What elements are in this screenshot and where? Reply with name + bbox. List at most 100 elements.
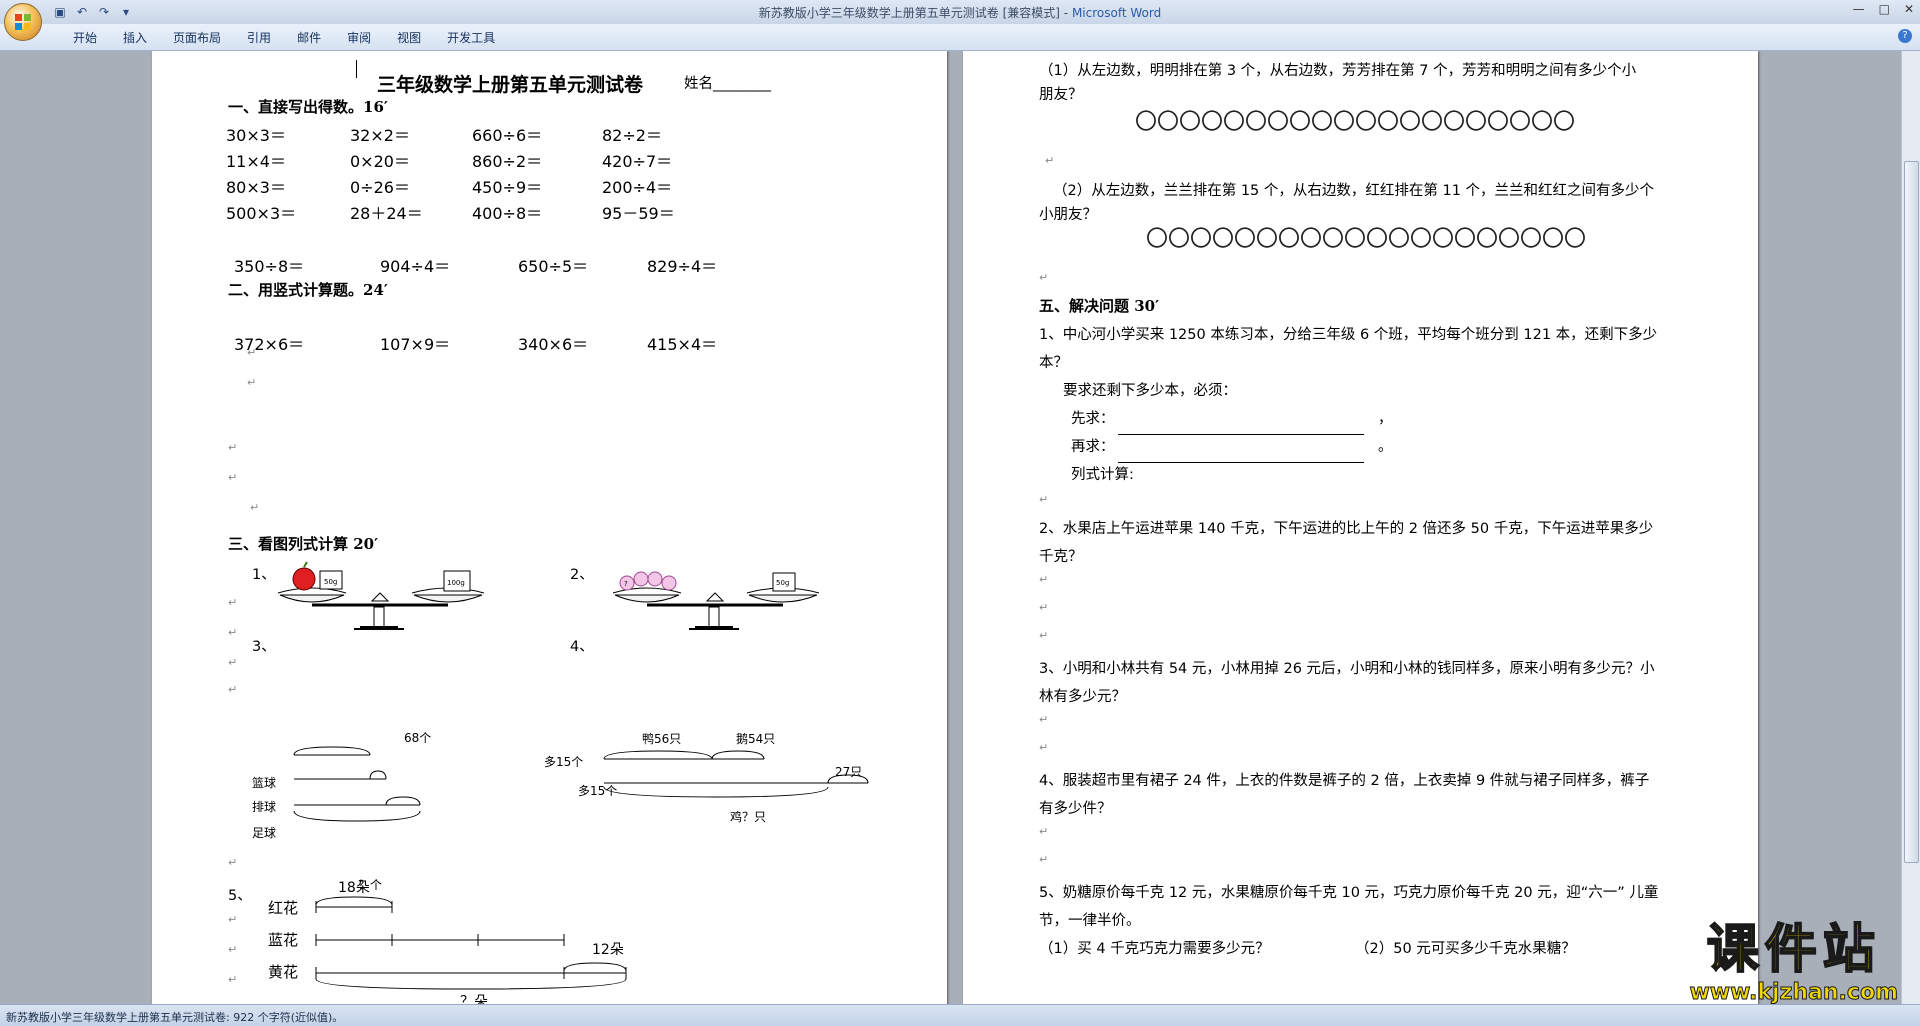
ribbon-tab[interactable]: 开始 xyxy=(60,29,110,46)
maximize-icon[interactable]: □ xyxy=(1879,2,1890,16)
fig4-bar-diagram xyxy=(603,750,869,798)
paragraph-mark: ↵ xyxy=(1039,601,1049,614)
sec2-problem: 829÷4＝ xyxy=(647,257,718,276)
fig3-row-1: 篮球 xyxy=(252,776,277,790)
sec1-problem: 860÷2＝ xyxy=(472,152,543,171)
sec1-problem: 80×3＝ xyxy=(226,178,286,197)
ribbon-tabs: 开始 插入 页面布局 引用 邮件 审阅 视图 开发工具 ? xyxy=(0,24,1920,51)
problem-1-first-blank[interactable] xyxy=(1118,423,1364,439)
sec1-problem: 200÷4＝ xyxy=(602,178,673,197)
fig5-row-1: 红花 xyxy=(268,899,299,917)
sec1-problem: 95－59＝ xyxy=(602,204,675,223)
problem-1-first-label: 先求： xyxy=(1071,411,1115,427)
problem-1-then-blank[interactable] xyxy=(1118,451,1364,467)
problem-4-line2: 有多少件？ xyxy=(1039,801,1112,817)
paragraph-mark: ↵ xyxy=(228,943,238,956)
weight-50g-label: 50g xyxy=(324,578,337,586)
section-5-heading: 五、解决问题 30′ xyxy=(1039,297,1160,315)
paragraph-mark: ↵ xyxy=(1039,493,1049,506)
status-bar: 新苏教版小学三年级数学上册第五单元测试卷: 922 个字符(近似值)。 xyxy=(0,1004,1920,1026)
paragraph-mark: ↵ xyxy=(250,501,260,514)
problem-2-line1: 2、水果店上午运进苹果 140 千克，下午运进的比上午的 2 倍还多 50 千克… xyxy=(1039,521,1654,537)
paragraph-mark: ↵ xyxy=(228,683,238,696)
problem-1-line1: 1、中心河小学买来 1250 本练习本，分给三年级 6 个班，平均每个班分到 1… xyxy=(1039,327,1658,343)
paragraph-mark: ↵ xyxy=(228,471,238,484)
paragraph-mark: ↵ xyxy=(1039,573,1049,586)
sec2-problem: 904÷4＝ xyxy=(380,257,451,276)
name-field: 姓名________ xyxy=(684,76,771,92)
problem-5-line1: 5、奶糖原价每千克 12 元，水果糖原价每千克 10 元，巧克力原价每千克 20… xyxy=(1039,885,1659,901)
ribbon-tab-list: 开始 插入 页面布局 引用 邮件 审阅 视图 开发工具 xyxy=(60,29,508,46)
sec1-problem: 82÷2＝ xyxy=(602,126,662,145)
q1-line1: （1）从左边数，明明排在第 3 个，从右边数，芳芳排在第 7 个，芳芳和明明之间… xyxy=(1039,63,1637,79)
balance-scale-1: 50g 100g xyxy=(277,561,485,630)
sec1-problem: 0÷26＝ xyxy=(350,178,410,197)
paragraph-mark: ↵ xyxy=(1039,713,1049,726)
ribbon-tab[interactable]: 插入 xyxy=(110,29,160,46)
sec2-problem: 340×6＝ xyxy=(518,335,589,354)
q1-line2: 朋友？ xyxy=(1039,87,1083,103)
title-bar: ▣ ↶ ↷ ▾ 新苏教版小学三年级数学上册第五单元测试卷 [兼容模式] - Mi… xyxy=(0,0,1920,41)
circles-row-2: 〇〇〇〇〇〇〇〇〇〇〇〇〇〇〇〇〇〇〇〇 xyxy=(1146,227,1587,252)
period-mark: 。 xyxy=(1378,439,1393,455)
problem-1-then-label: 再求： xyxy=(1071,439,1115,455)
page-right[interactable]: （1）从左边数，明明排在第 3 个，从右边数，芳芳排在第 7 个，芳芳和明明之间… xyxy=(963,51,1758,1004)
sec2-problem: 650÷5＝ xyxy=(518,257,589,276)
paragraph-mark: ↵ xyxy=(228,656,238,669)
text-cursor xyxy=(356,60,357,78)
page-left[interactable]: 三年级数学上册第五单元测试卷 姓名________ 一、直接写出得数。16′ 3… xyxy=(152,51,947,1004)
page-title: 三年级数学上册第五单元测试卷 xyxy=(377,74,644,96)
close-icon[interactable]: ✕ xyxy=(1904,2,1914,16)
paragraph-mark: ↵ xyxy=(247,346,257,359)
minimize-icon[interactable]: — xyxy=(1853,2,1865,16)
balance-scale-2: ? 50g xyxy=(612,571,820,630)
sec1-problem: 32×2＝ xyxy=(350,126,410,145)
window-controls: — □ ✕ xyxy=(1853,2,1914,16)
paragraph-mark: ↵ xyxy=(228,973,238,986)
scrollbar-thumb[interactable] xyxy=(1904,161,1919,863)
paragraph-mark: ↵ xyxy=(228,913,238,926)
office-button[interactable] xyxy=(4,3,42,41)
document-area[interactable]: 三年级数学上册第五单元测试卷 姓名________ 一、直接写出得数。16′ 3… xyxy=(0,51,1902,1004)
paragraph-mark: ↵ xyxy=(1039,629,1049,642)
fig5-row-2: 蓝花 xyxy=(268,931,299,949)
paragraph-mark: ↵ xyxy=(228,441,238,454)
app-name: Microsoft Word xyxy=(1071,6,1162,20)
watermark: 课件站 www.kjzhan.com xyxy=(1689,919,1899,1006)
ribbon-tab[interactable]: 视图 xyxy=(384,29,434,46)
comma-mark: ， xyxy=(1378,411,1393,427)
watermark-url: www.kjzhan.com xyxy=(1689,980,1899,1006)
problem-5-b: （2）50 元可买多少千克水果糖？ xyxy=(1355,941,1576,957)
ribbon-tab[interactable]: 审阅 xyxy=(334,29,384,46)
sec2-problem: 107×9＝ xyxy=(380,335,451,354)
ribbon-tab[interactable]: 开发工具 xyxy=(434,29,508,46)
sec1-problem: 660÷6＝ xyxy=(472,126,543,145)
paragraph-mark: ↵ xyxy=(228,596,238,609)
fig3-number: 3、 xyxy=(252,639,276,655)
fig5-question-label: ？朵 xyxy=(460,994,488,1004)
paragraph-mark: ↵ xyxy=(1039,825,1049,838)
ribbon-tab[interactable]: 页面布局 xyxy=(160,29,234,46)
help-icon[interactable]: ? xyxy=(1898,29,1912,43)
sec2-problem: 415×4＝ xyxy=(647,335,718,354)
section-2-heading: 二、用竖式计算题。24′ xyxy=(228,281,388,299)
section-3-heading: 三、看图列式计算 20′ xyxy=(228,535,379,553)
vertical-scrollbar[interactable] xyxy=(1901,51,1920,1004)
problem-1-calc-label: 列式计算: xyxy=(1071,467,1134,483)
fig2-number: 2、 xyxy=(570,567,594,583)
title-separator: - xyxy=(1063,6,1069,20)
problem-3-line2: 林有多少元？ xyxy=(1039,689,1126,705)
weight-50g-label-2: 50g xyxy=(776,579,789,587)
paragraph-mark: ↵ xyxy=(1045,154,1055,167)
paragraph-mark: ↵ xyxy=(1039,741,1049,754)
q2-line1: （2）从左边数，兰兰排在第 15 个，从右边数，红红排在第 11 个，兰兰和红红… xyxy=(1053,183,1655,199)
paragraph-mark: ↵ xyxy=(228,626,238,639)
problem-2-line2: 千克？ xyxy=(1039,549,1083,565)
ribbon-tab[interactable]: 邮件 xyxy=(284,29,334,46)
sec1-problem: 11×4＝ xyxy=(226,152,286,171)
paragraph-mark: ↵ xyxy=(228,856,238,869)
ribbon-tab[interactable]: 引用 xyxy=(234,29,284,46)
q2-line2: 小朋友？ xyxy=(1039,207,1097,223)
sec1-problem: 28＋24＝ xyxy=(350,204,423,223)
problem-4-line1: 4、服装超市里有裙子 24 件，上衣的件数是裤子的 2 倍，上衣卖掉 9 件就与… xyxy=(1039,773,1650,789)
